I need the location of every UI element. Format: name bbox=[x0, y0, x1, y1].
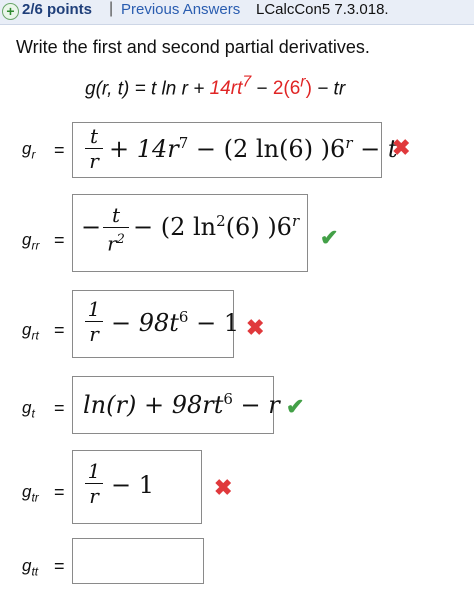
label-gr: gr bbox=[22, 139, 36, 162]
answer-expression-grt: − 98t6 − 1 bbox=[111, 308, 240, 337]
answer-box-grt[interactable]: 1r − 98t6 − 1 bbox=[72, 290, 239, 358]
incorrect-x-icon: ✖ bbox=[392, 135, 411, 160]
leading-minus: − bbox=[81, 213, 102, 241]
answer-box-gr[interactable]: tr + 14r7 − (2 ln(6) )6r − t bbox=[72, 122, 398, 178]
answer-expression-gt: ln(r) + 98rt6 − r bbox=[83, 390, 280, 419]
equals-sign: = bbox=[54, 140, 65, 160]
previous-answers-link[interactable]: Previous Answers bbox=[121, 1, 240, 18]
function-definition: g(r, t) = t ln r + 14rt7 − 2(6r) − tr bbox=[85, 74, 345, 100]
label-gtt: gtt bbox=[22, 556, 39, 579]
fraction-1-over-r: 1r bbox=[85, 461, 103, 506]
answer-box-gt[interactable]: ln(r) + 98rt6 − r bbox=[72, 376, 280, 434]
fraction-1-over-r: 1r bbox=[85, 299, 103, 344]
function-highlight-term2: 2(6r) bbox=[272, 74, 312, 100]
separator: | bbox=[109, 0, 114, 17]
function-highlight-term1: 14rt7 bbox=[209, 74, 252, 100]
equals-sign: = bbox=[54, 482, 65, 502]
answer-expression-grr: − (2 ln2(6) )6r bbox=[133, 212, 300, 241]
header-bar: + 2/6 points | Previous Answers LCalcCon… bbox=[0, 0, 474, 25]
label-gtr: gtr bbox=[22, 482, 39, 505]
function-lhs: g(r, t) = t ln r + bbox=[85, 78, 210, 100]
answer-box-gtr[interactable]: 1r − 1 bbox=[72, 450, 202, 524]
answer-box-grr[interactable]: − t r2 − (2 ln2(6) )6r bbox=[72, 194, 308, 272]
answer-expression-gtr: − 1 bbox=[111, 471, 155, 499]
equals-sign: = bbox=[54, 556, 65, 576]
function-minus: − bbox=[251, 78, 273, 100]
equals-sign: = bbox=[54, 398, 65, 418]
label-grr: grr bbox=[22, 230, 40, 253]
equals-sign: = bbox=[54, 320, 65, 340]
label-gt: gt bbox=[22, 398, 35, 421]
correct-check-icon: ✔ bbox=[320, 225, 339, 250]
points-score: 2/6 points bbox=[22, 1, 93, 18]
fraction-t-over-r: tr bbox=[85, 126, 103, 171]
problem-code: LCalcCon5 7.3.018. bbox=[256, 1, 389, 18]
fraction-t-over-r-squared: t r2 bbox=[103, 205, 129, 254]
function-tail: − tr bbox=[311, 78, 346, 100]
instruction-text: Write the first and second partial deriv… bbox=[16, 37, 370, 57]
incorrect-x-icon: ✖ bbox=[214, 475, 233, 500]
expand-plus-icon[interactable]: + bbox=[2, 3, 19, 20]
equals-sign: = bbox=[54, 230, 65, 250]
answer-expression-gr: + 14r7 − (2 ln(6) )6r − t bbox=[109, 134, 398, 163]
incorrect-x-icon: ✖ bbox=[246, 315, 265, 340]
label-grt: grt bbox=[22, 320, 39, 343]
answer-box-gtt[interactable] bbox=[72, 538, 204, 584]
correct-check-icon: ✔ bbox=[286, 394, 305, 419]
